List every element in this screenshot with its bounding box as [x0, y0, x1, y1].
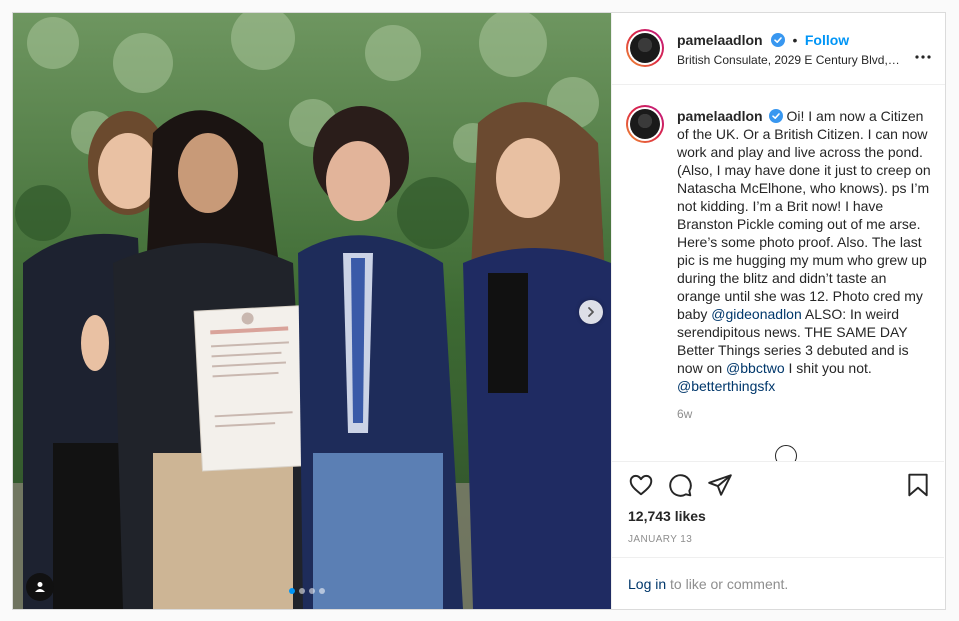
carousel-next-button[interactable] — [579, 300, 603, 324]
bookmark-icon — [908, 473, 928, 497]
header-text: pamelaadlon • Follow British Consulate, … — [677, 32, 902, 67]
mention-link-bbctwo[interactable]: @bbctwo — [726, 360, 785, 376]
avatar[interactable] — [626, 29, 664, 67]
comment-button[interactable] — [667, 472, 693, 503]
comment-icon — [669, 474, 692, 497]
user-tag-icon — [35, 582, 45, 592]
chevron-right-icon — [588, 307, 594, 317]
carousel-dot — [309, 588, 315, 594]
caption-username-link[interactable]: pamelaadlon — [677, 108, 763, 124]
post-actions: 12,743 likes January 13 — [612, 461, 944, 558]
caption-age[interactable]: 6w — [677, 407, 692, 421]
load-more-comments-button[interactable] — [775, 445, 797, 461]
caption-text: pamelaadlon Oi! I am now a Citizen of th… — [677, 107, 932, 395]
follow-button[interactable]: Follow — [805, 32, 849, 48]
mention-link-gideonadlon[interactable]: @gideonadlon — [711, 306, 802, 322]
profile-picture — [630, 109, 660, 139]
profile-picture — [630, 33, 660, 63]
post-photo[interactable] — [13, 13, 611, 609]
photo-illustration — [13, 13, 611, 609]
login-suffix: to like or comment. — [666, 576, 789, 592]
share-icon — [708, 474, 732, 496]
caption-body-1: Oi! I am now a Citizen of the UK. Or a B… — [677, 108, 931, 322]
carousel-dot — [319, 588, 325, 594]
verified-badge-icon — [771, 33, 786, 47]
caption-avatar[interactable] — [626, 105, 664, 143]
like-button[interactable] — [628, 472, 654, 503]
heart-icon — [629, 474, 653, 496]
carousel-indicators — [289, 588, 325, 594]
likes-count[interactable]: 12,743 likes — [628, 508, 706, 524]
post-date[interactable]: January 13 — [628, 534, 692, 545]
caption-body-3: I shit you not. — [784, 360, 872, 376]
separator-dot: • — [792, 32, 798, 48]
username-link[interactable]: pamelaadlon — [677, 32, 763, 48]
login-prompt: Log in to like or comment. — [612, 557, 944, 609]
login-prompt-text: Log in to like or comment. — [628, 576, 788, 592]
instagram-post: pamelaadlon • Follow British Consulate, … — [12, 12, 946, 610]
mention-link-betterthingsfx[interactable]: @betterthingsfx — [677, 378, 775, 394]
login-link[interactable]: Log in — [628, 576, 666, 592]
carousel-dot — [299, 588, 305, 594]
more-options-button[interactable] — [915, 46, 931, 64]
comments-section: pamelaadlon Oi! I am now a Citizen of th… — [612, 85, 944, 461]
carousel-dot — [289, 588, 295, 594]
verified-badge-icon — [768, 109, 783, 123]
location-link[interactable]: British Consulate, 2029 E Century Blvd, … — [677, 53, 902, 67]
tagged-users-button[interactable] — [26, 573, 54, 601]
post-side-panel: pamelaadlon • Follow British Consulate, … — [611, 13, 945, 609]
post-header: pamelaadlon • Follow British Consulate, … — [612, 13, 945, 85]
share-button[interactable] — [707, 472, 733, 503]
save-button[interactable] — [905, 472, 931, 503]
more-horizontal-icon — [915, 55, 931, 59]
